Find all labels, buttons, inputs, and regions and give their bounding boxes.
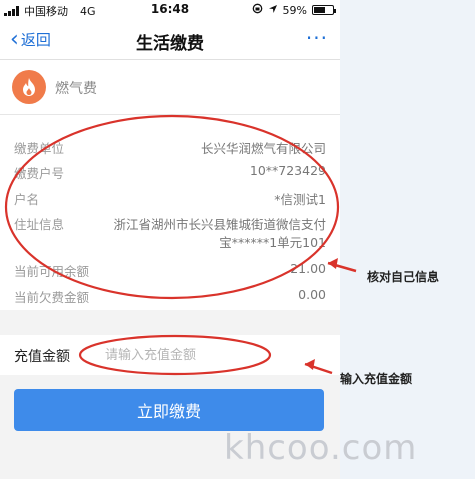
check-info-ellipse (4, 114, 340, 300)
annotation-overlay (4, 114, 357, 376)
annotation-check-info: 核对自己信息 (367, 270, 440, 284)
watermark: khcoo.com (224, 428, 418, 468)
amount-ellipse (78, 334, 272, 376)
check-info-arrow (327, 258, 357, 273)
annotation-enter-amount: 输入充值金额 (340, 372, 413, 386)
amount-arrow (304, 359, 333, 375)
